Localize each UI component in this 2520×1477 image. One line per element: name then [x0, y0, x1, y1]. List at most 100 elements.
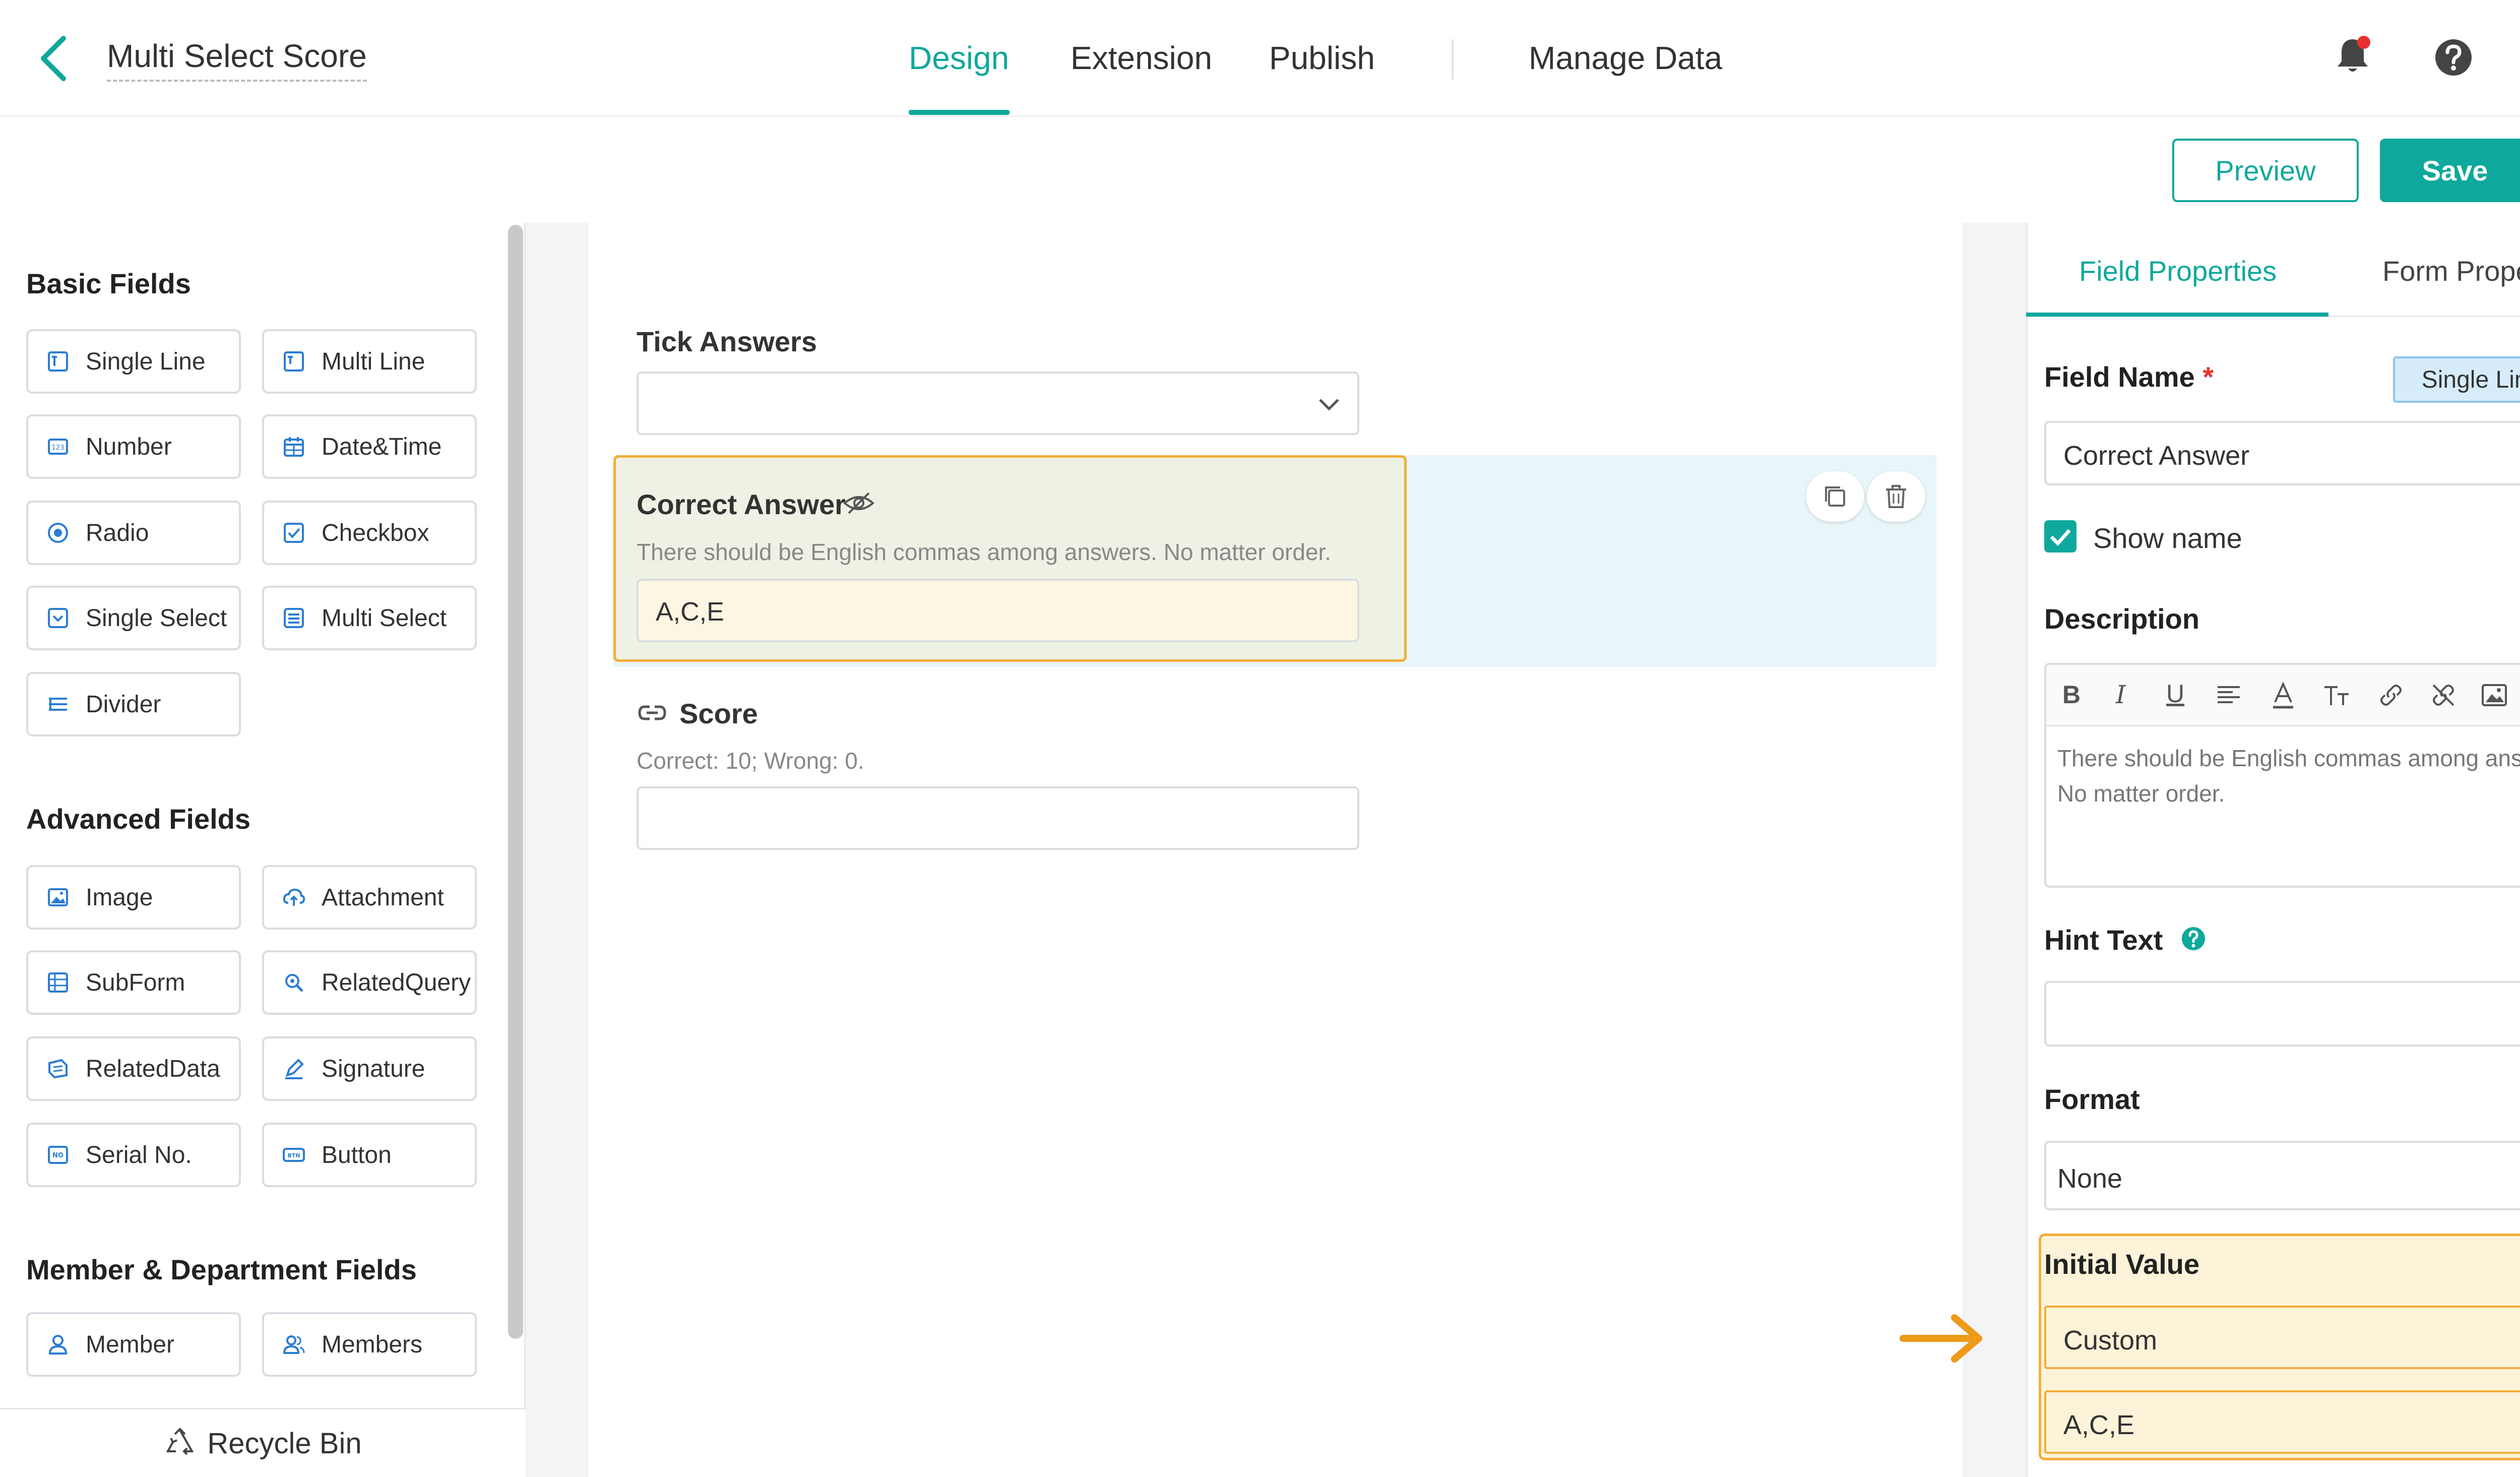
tab-design[interactable]: Design: [909, 39, 1009, 77]
field-divider[interactable]: Divider: [26, 672, 241, 736]
tab-field-properties[interactable]: Field Properties: [2079, 255, 2277, 287]
correct-answer-value: A,C,E: [656, 597, 724, 627]
field-name-input[interactable]: Correct Answer: [2044, 421, 2520, 485]
field-date-time[interactable]: Date&Time: [262, 414, 477, 479]
field-single-line[interactable]: Single Line: [26, 329, 241, 394]
field-name-value: Correct Answer: [2063, 441, 2250, 471]
field-members[interactable]: Members: [262, 1312, 477, 1377]
format-select[interactable]: None: [2044, 1141, 2520, 1210]
serial-number-icon: NO: [48, 1146, 68, 1164]
align-left-icon[interactable]: [2216, 682, 2242, 708]
back-arrow-icon[interactable]: [34, 33, 75, 84]
bold-icon[interactable]: B: [2062, 680, 2081, 709]
preview-button[interactable]: Preview: [2172, 139, 2359, 202]
field-attachment[interactable]: Attachment: [262, 865, 477, 930]
eye-hidden-icon[interactable]: [843, 489, 875, 517]
recycle-icon: [166, 1428, 194, 1455]
nav-divider: [1452, 39, 1454, 80]
multi-line-icon: [284, 351, 304, 372]
field-palette: [0, 223, 526, 1477]
tab-manage-data[interactable]: Manage Data: [1529, 39, 1722, 77]
single-line-icon: [48, 351, 68, 372]
field-type-dropdown[interactable]: Single Line: [2393, 356, 2520, 403]
tab-extension[interactable]: Extension: [1070, 39, 1212, 77]
delete-field-button[interactable]: [1867, 471, 1925, 522]
field-number[interactable]: 123 Number: [26, 414, 241, 479]
hint-text-input[interactable]: [2044, 981, 2520, 1047]
divider-icon: [49, 698, 67, 711]
link-icon: [638, 705, 666, 720]
calendar-icon: [284, 437, 304, 457]
tab-form-properties[interactable]: Form Properties: [2382, 255, 2520, 287]
initial-value-label: Initial Value: [2044, 1248, 2200, 1280]
tick-answers-label: Tick Answers: [637, 326, 817, 357]
field-radio[interactable]: Radio: [26, 501, 241, 565]
field-checkbox[interactable]: Checkbox: [262, 501, 477, 565]
font-color-icon[interactable]: [2270, 681, 2296, 709]
field-label: Attachment: [322, 884, 444, 911]
italic-icon[interactable]: I: [2116, 680, 2126, 709]
field-label: Radio: [86, 519, 149, 546]
field-button[interactable]: BTN Button: [262, 1123, 477, 1187]
description-text: There should be English commas among ans…: [2057, 745, 2520, 807]
insert-image-icon[interactable]: [2481, 681, 2509, 709]
field-label: Member: [86, 1331, 175, 1358]
correct-answer-description: There should be English commas among ans…: [637, 539, 1332, 565]
top-nav-bar: [0, 0, 2520, 117]
field-multi-line[interactable]: Multi Line: [262, 329, 477, 394]
field-related-data[interactable]: RelatedData: [26, 1036, 241, 1101]
initial-value-input[interactable]: A,C,E: [2044, 1390, 2520, 1454]
description-label: Description: [2044, 603, 2200, 635]
score-label: Score: [679, 698, 758, 729]
field-serial-no[interactable]: NO Serial No.: [26, 1123, 241, 1187]
initial-value-text: A,C,E: [2063, 1410, 2135, 1440]
action-toolbar: [0, 117, 2520, 223]
correct-answer-label: Correct Answer: [637, 488, 846, 520]
save-button[interactable]: Save: [2380, 139, 2520, 202]
field-image[interactable]: Image: [26, 865, 241, 930]
correct-answer-input[interactable]: A,C,E: [637, 579, 1359, 642]
font-size-icon[interactable]: [2322, 682, 2351, 708]
bell-icon[interactable]: [2333, 35, 2373, 76]
tab-design-indicator: [909, 110, 1010, 115]
form-title[interactable]: Multi Select Score: [107, 37, 367, 82]
unlink-icon[interactable]: [2429, 681, 2458, 709]
svg-text:123: 123: [52, 444, 65, 452]
field-properties-indicator: [2026, 313, 2328, 317]
format-value: None: [2057, 1163, 2123, 1194]
multi-select-icon: [284, 608, 304, 628]
link-icon[interactable]: [2377, 681, 2405, 709]
field-label: SubForm: [86, 969, 185, 996]
help-circle-icon[interactable]: [2180, 926, 2207, 952]
underline-icon[interactable]: U: [2166, 679, 2184, 708]
initial-value-mode-select[interactable]: Custom: [2044, 1306, 2520, 1369]
field-subform[interactable]: SubForm: [26, 950, 241, 1015]
show-name-checkbox[interactable]: [2044, 520, 2076, 552]
field-label: Button: [322, 1141, 392, 1168]
help-icon[interactable]: [2433, 37, 2474, 78]
tick-answers-select[interactable]: [637, 372, 1359, 435]
button-icon: BTN: [283, 1148, 305, 1162]
score-input[interactable]: [637, 786, 1359, 850]
tab-publish[interactable]: Publish: [1269, 39, 1375, 77]
field-label: RelatedData: [86, 1055, 220, 1082]
field-single-select[interactable]: Single Select: [26, 586, 241, 650]
advanced-fields-heading: Advanced Fields: [26, 803, 251, 835]
field-multi-select[interactable]: Multi Select: [262, 586, 477, 650]
field-related-query[interactable]: RelatedQuery: [262, 950, 477, 1015]
palette-scrollbar[interactable]: [508, 225, 523, 1339]
field-label: Multi Line: [322, 348, 425, 375]
field-signature[interactable]: Signature: [262, 1036, 477, 1101]
field-name-label: Field Name *: [2044, 360, 2214, 393]
initial-value-mode: Custom: [2063, 1325, 2158, 1356]
recycle-bin-button[interactable]: Recycle Bin: [0, 1408, 526, 1477]
image-icon: [48, 888, 68, 906]
copy-field-button[interactable]: [1806, 471, 1864, 522]
field-label: Divider: [86, 691, 161, 718]
field-member[interactable]: Member: [26, 1312, 241, 1377]
upload-cloud-icon: [283, 888, 305, 906]
score-description: Correct: 10; Wrong: 0.: [637, 748, 864, 774]
description-editor[interactable]: B I U There should be English commas amo…: [2044, 663, 2520, 888]
field-label: Date&Time: [322, 433, 442, 460]
show-name-label: Show name: [2093, 522, 2242, 554]
